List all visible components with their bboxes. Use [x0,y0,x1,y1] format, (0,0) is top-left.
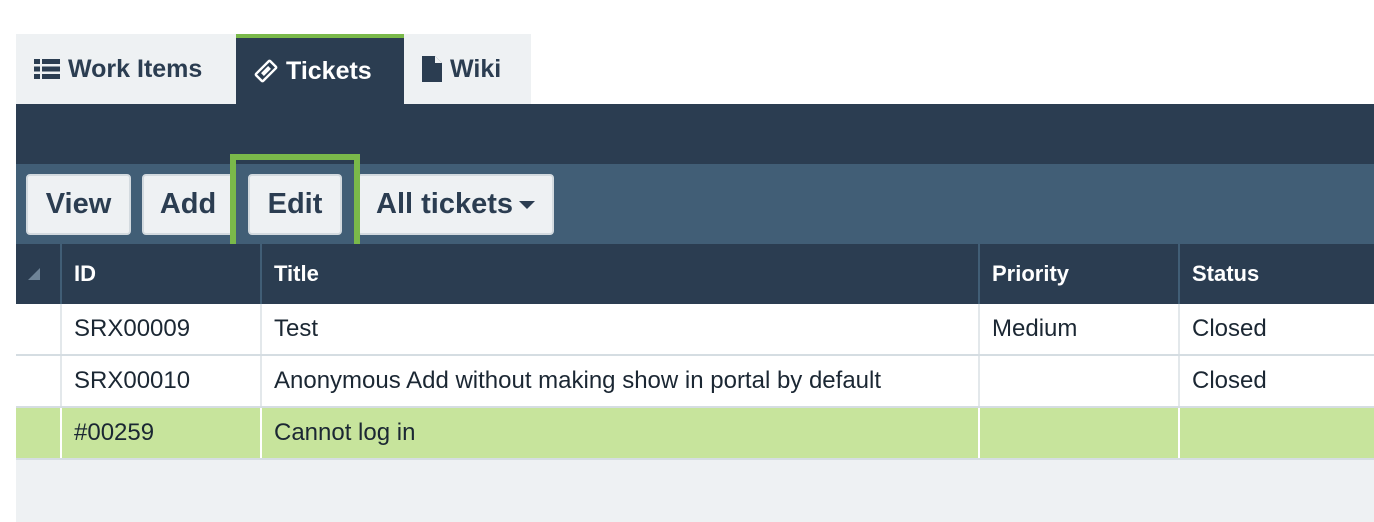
table-row[interactable]: SRX00010 Anonymous Add without making sh… [16,356,1374,408]
cell-id: SRX00010 [62,356,262,406]
tab-label: Tickets [286,56,372,85]
cell-status [1180,408,1374,458]
tab-work-items[interactable]: Work Items [16,34,236,104]
tab-bar: Work Items Tickets Wiki [16,34,531,104]
cell-status: Closed [1192,315,1267,342]
edit-button[interactable]: Edit [248,174,342,235]
list-icon [34,58,60,80]
cell-status: Closed [1192,367,1267,394]
all-tickets-dropdown[interactable]: All tickets [357,174,554,235]
row-selector[interactable] [16,304,62,354]
tab-label: Wiki [450,54,502,83]
column-header-title[interactable]: Title [262,244,980,304]
cell-id: #00259 [62,408,262,458]
select-all-toggle[interactable] [16,244,62,304]
cell-priority [980,356,1180,406]
cell-title: Test [262,304,980,354]
tab-label: Work Items [68,54,203,83]
view-button[interactable]: View [26,174,131,235]
add-button[interactable]: Add [142,174,234,235]
toolbar: View Add Edit All tickets [16,164,1374,244]
cell-id: SRX00009 [62,304,262,354]
tab-wiki[interactable]: Wiki [404,34,531,104]
table-empty-area [16,460,1374,522]
row-selector[interactable] [16,408,62,458]
cell-priority [980,408,1180,458]
column-header-status[interactable]: Status [1180,244,1374,304]
table-header: ID Title Priority Status [16,244,1374,304]
caret-down-icon [519,200,535,209]
row-selector[interactable] [16,356,62,406]
header-bar [16,104,1374,164]
table-row-selected[interactable]: #00259 Cannot log in [16,408,1374,460]
cell-title: Cannot log in [262,408,980,458]
ticket-icon [254,59,278,83]
table-body: SRX00009 Test Medium Closed SRX00010 Ano… [16,304,1374,460]
cell-title: Anonymous Add without making show in por… [262,356,980,406]
dropdown-label: All tickets [376,188,513,220]
column-header-priority[interactable]: Priority [980,244,1180,304]
table-row[interactable]: SRX00009 Test Medium Closed [16,304,1374,356]
cell-priority: Medium [980,304,1180,354]
tab-tickets[interactable]: Tickets [236,34,404,104]
document-icon [422,56,442,82]
resize-corner-icon [28,268,40,280]
column-header-id[interactable]: ID [62,244,262,304]
